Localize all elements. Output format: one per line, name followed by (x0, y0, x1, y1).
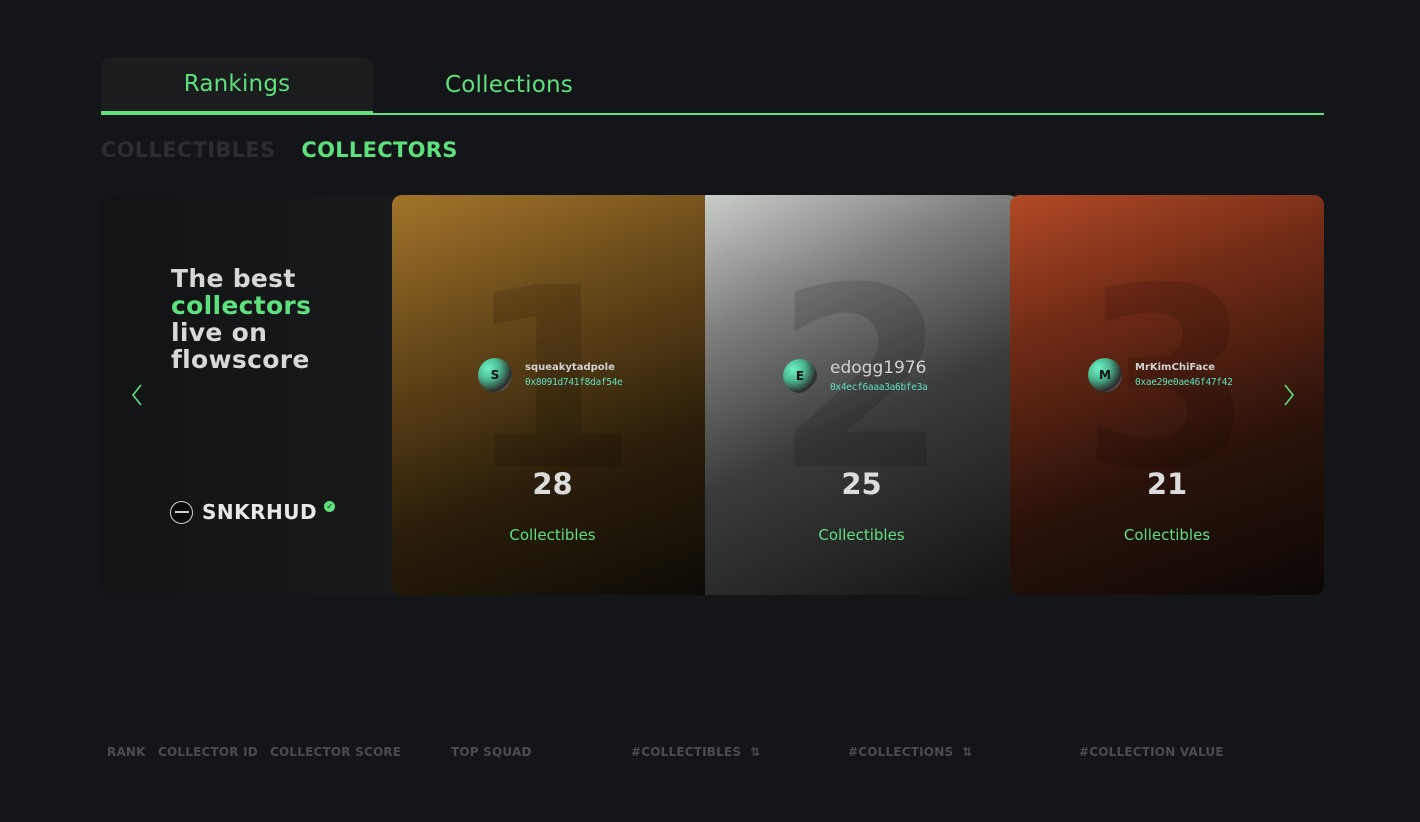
collector-user: M MrKimChiFace 0xae29e0ae46f47f42 (1088, 358, 1233, 392)
sort-icon[interactable]: ⇅ (750, 745, 760, 759)
subtab-collectors[interactable]: COLLECTORS (301, 138, 457, 162)
collectibles-count: 21 (1146, 467, 1188, 501)
collectibles-count: 28 (532, 467, 573, 501)
main-tabs: Rankings Collections (101, 57, 1324, 115)
avatar: M (1088, 358, 1122, 392)
intro-headline: The best collectors live on flowscore (171, 265, 311, 373)
top-collectors-carousel: The best collectors live on flowscore SN… (101, 195, 1324, 595)
collectibles-label: Collectibles (818, 526, 905, 544)
collector-card-3[interactable]: 3 M MrKimChiFace 0xae29e0ae46f47f42 21 C… (1010, 195, 1324, 595)
brand: SNKRHUD ✓ (170, 500, 336, 524)
collector-name[interactable]: edogg1976 (830, 358, 928, 378)
intro-line-3: live on (171, 318, 268, 347)
next-arrow-icon[interactable] (1281, 383, 1297, 407)
intro-panel: The best collectors live on flowscore SN… (101, 195, 401, 595)
intro-line-2: collectors (171, 291, 312, 320)
tab-collections[interactable]: Collections (373, 57, 645, 113)
avatar: E (783, 358, 817, 393)
collector-address[interactable]: 0x8091d741f8daf54e (525, 377, 623, 388)
col-collections-label: #COLLECTIONS (848, 745, 954, 759)
sub-tabs: COLLECTIBLES COLLECTORS (101, 138, 458, 162)
collector-name[interactable]: squeakytadpole (525, 362, 623, 373)
collector-card-1[interactable]: 1 S squeakytadpole 0x8091d741f8daf54e 28… (392, 195, 713, 595)
col-collectibles-label: #COLLECTIBLES (631, 745, 742, 759)
intro-line-4: flowscore (171, 345, 310, 374)
col-collector-score[interactable]: COLLECTOR SCORE (270, 745, 401, 759)
collector-address[interactable]: 0xae29e0ae46f47f42 (1135, 377, 1233, 388)
prev-arrow-icon[interactable] (129, 383, 145, 407)
collectibles-label: Collectibles (509, 526, 596, 544)
intro-line-1: The best (171, 264, 296, 293)
col-top-squad[interactable]: TOP SQUAD (451, 745, 532, 759)
collector-name[interactable]: MrKimChiFace (1135, 362, 1233, 373)
col-collector-id[interactable]: COLLECTOR ID (158, 745, 258, 759)
collector-address[interactable]: 0x4ecf6aaa3a6bfe3a (830, 382, 928, 393)
table-header: RANK COLLECTOR ID COLLECTOR SCORE TOP SQ… (0, 745, 1420, 763)
collectibles-label: Collectibles (1123, 526, 1211, 544)
collector-user: S squeakytadpole 0x8091d741f8daf54e (478, 358, 623, 392)
verified-icon: ✓ (324, 500, 336, 512)
collector-user: E edogg1976 0x4ecf6aaa3a6bfe3a (783, 358, 928, 393)
col-collection-value[interactable]: #COLLECTION VALUE (1079, 745, 1224, 759)
avatar: S (478, 358, 512, 392)
col-collectibles[interactable]: #COLLECTIBLES ⇅ (631, 745, 761, 759)
subtab-collectibles[interactable]: COLLECTIBLES (101, 138, 275, 162)
brand-name: SNKRHUD (202, 500, 318, 524)
sort-icon[interactable]: ⇅ (962, 745, 972, 759)
col-rank[interactable]: RANK (107, 745, 146, 759)
collectibles-count: 25 (841, 467, 882, 501)
col-collections[interactable]: #COLLECTIONS ⇅ (848, 745, 973, 759)
tab-rankings[interactable]: Rankings (101, 57, 373, 115)
collector-card-2[interactable]: 2 E edogg1976 0x4ecf6aaa3a6bfe3a 25 Coll… (705, 195, 1018, 595)
brand-logo (170, 500, 193, 524)
